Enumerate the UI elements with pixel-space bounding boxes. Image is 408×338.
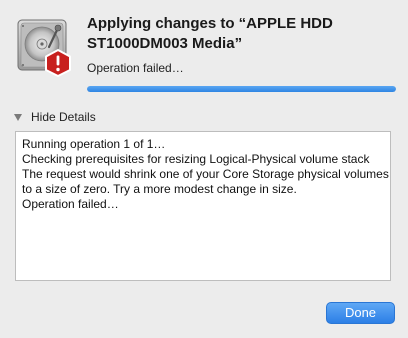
log-line: Operation failed…: [22, 197, 119, 211]
progress-fill: [87, 86, 396, 92]
log-line: Running operation 1 of 1…: [22, 137, 166, 151]
details-toggle-label[interactable]: Hide Details: [31, 110, 96, 124]
error-dialog: Applying changes to “APPLE HDD ST1000DM0…: [0, 0, 408, 338]
hard-disk-alert-icon: [14, 14, 78, 78]
alert-badge-icon: [45, 49, 71, 77]
log-line: Checking prerequisites for resizing Logi…: [22, 152, 370, 166]
hide-details-toggle[interactable]: Hide Details: [14, 110, 96, 124]
disclosure-triangle-down-icon[interactable]: [14, 113, 22, 121]
progress-bar: [87, 86, 396, 92]
log-line: to a size of zero. Try a more modest cha…: [22, 182, 297, 196]
details-log[interactable]: Running operation 1 of 1… Checking prere…: [15, 131, 391, 281]
done-button[interactable]: Done: [326, 302, 395, 324]
log-line: The request would shrink one of your Cor…: [22, 167, 389, 181]
dialog-title: Applying changes to “APPLE HDD ST1000DM0…: [87, 15, 333, 52]
status-text: Operation failed…: [87, 61, 184, 75]
